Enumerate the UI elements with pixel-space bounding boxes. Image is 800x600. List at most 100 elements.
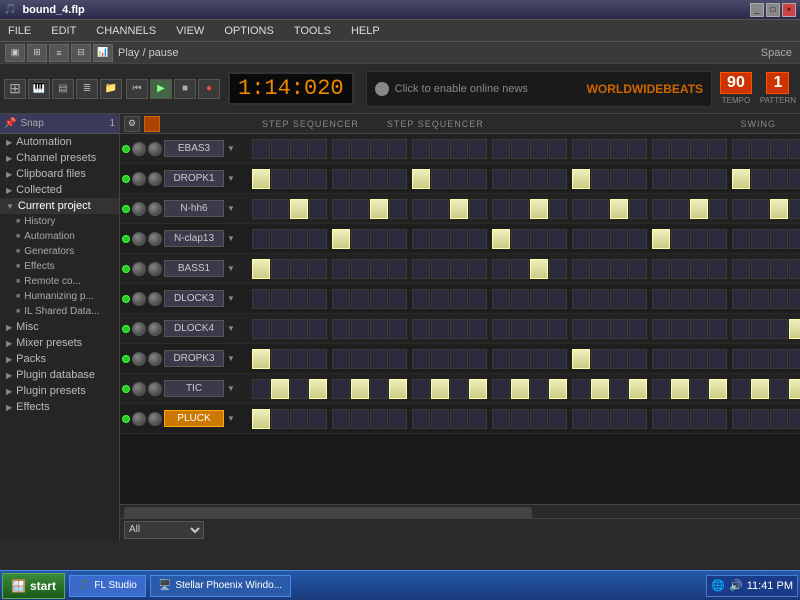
instrument-knob[interactable] bbox=[148, 322, 162, 336]
step-button[interactable] bbox=[751, 379, 769, 399]
step-button[interactable] bbox=[492, 259, 510, 279]
step-button[interactable] bbox=[252, 289, 270, 309]
step-button[interactable] bbox=[332, 139, 350, 159]
menu-edit[interactable]: EDIT bbox=[47, 23, 80, 39]
step-button[interactable] bbox=[309, 169, 327, 189]
step-button[interactable] bbox=[789, 169, 800, 189]
instrument-knob[interactable] bbox=[148, 142, 162, 156]
instrument-knob[interactable] bbox=[148, 202, 162, 216]
step-button[interactable] bbox=[469, 139, 487, 159]
step-button[interactable] bbox=[469, 319, 487, 339]
step-button[interactable] bbox=[332, 229, 350, 249]
step-button[interactable] bbox=[290, 409, 308, 429]
instrument-knob[interactable] bbox=[132, 172, 146, 186]
step-button[interactable] bbox=[309, 139, 327, 159]
step-button[interactable] bbox=[252, 139, 270, 159]
step-button[interactable] bbox=[309, 229, 327, 249]
step-button[interactable] bbox=[671, 289, 689, 309]
sidebar-subitem-automation[interactable]: Automation bbox=[0, 229, 119, 244]
icon-browser[interactable]: 📁 bbox=[100, 79, 122, 99]
step-button[interactable] bbox=[332, 169, 350, 189]
step-button[interactable] bbox=[549, 169, 567, 189]
step-button[interactable] bbox=[732, 409, 750, 429]
step-button[interactable] bbox=[431, 409, 449, 429]
step-button[interactable] bbox=[549, 259, 567, 279]
icon-step-seq[interactable]: ▤ bbox=[52, 79, 74, 99]
step-button[interactable] bbox=[351, 229, 369, 249]
menu-file[interactable]: FILE bbox=[4, 23, 35, 39]
step-button[interactable] bbox=[591, 199, 609, 219]
instrument-knob[interactable] bbox=[148, 382, 162, 396]
step-button[interactable] bbox=[709, 169, 727, 189]
step-button[interactable] bbox=[690, 349, 708, 369]
step-button[interactable] bbox=[271, 199, 289, 219]
step-button[interactable] bbox=[732, 169, 750, 189]
step-button[interactable] bbox=[332, 379, 350, 399]
step-button[interactable] bbox=[709, 199, 727, 219]
instrument-knob[interactable] bbox=[148, 172, 162, 186]
step-button[interactable] bbox=[290, 349, 308, 369]
step-button[interactable] bbox=[290, 169, 308, 189]
step-button[interactable] bbox=[351, 349, 369, 369]
step-button[interactable] bbox=[610, 169, 628, 189]
step-button[interactable] bbox=[652, 319, 670, 339]
step-button[interactable] bbox=[770, 289, 788, 309]
instrument-knob[interactable] bbox=[148, 292, 162, 306]
step-button[interactable] bbox=[770, 229, 788, 249]
step-button[interactable] bbox=[751, 229, 769, 249]
sidebar-item-current-project[interactable]: Current project bbox=[0, 198, 119, 214]
step-button[interactable] bbox=[591, 379, 609, 399]
taskbar-item-stellar[interactable]: 🖥️ Stellar Phoenix Windo... bbox=[150, 575, 291, 597]
step-button[interactable] bbox=[370, 319, 388, 339]
step-button[interactable] bbox=[652, 379, 670, 399]
step-button[interactable] bbox=[332, 349, 350, 369]
instrument-name-button[interactable]: DROPK3 bbox=[164, 350, 224, 367]
step-button[interactable] bbox=[450, 259, 468, 279]
step-button[interactable] bbox=[412, 379, 430, 399]
step-button[interactable] bbox=[610, 229, 628, 249]
step-button[interactable] bbox=[770, 379, 788, 399]
step-button[interactable] bbox=[389, 409, 407, 429]
step-button[interactable] bbox=[530, 289, 548, 309]
step-button[interactable] bbox=[431, 199, 449, 219]
step-button[interactable] bbox=[450, 349, 468, 369]
step-button[interactable] bbox=[450, 199, 468, 219]
step-button[interactable] bbox=[431, 229, 449, 249]
step-button[interactable] bbox=[789, 379, 800, 399]
step-button[interactable] bbox=[252, 379, 270, 399]
step-button[interactable] bbox=[309, 409, 327, 429]
instrument-name-button[interactable]: DLOCK4 bbox=[164, 320, 224, 337]
step-button[interactable] bbox=[469, 169, 487, 189]
step-button[interactable] bbox=[789, 139, 800, 159]
step-button[interactable] bbox=[652, 409, 670, 429]
step-button[interactable] bbox=[370, 289, 388, 309]
step-button[interactable] bbox=[709, 259, 727, 279]
instrument-knob[interactable] bbox=[132, 232, 146, 246]
sidebar-subitem-generators[interactable]: Generators bbox=[0, 244, 119, 259]
step-button[interactable] bbox=[309, 289, 327, 309]
step-button[interactable] bbox=[431, 169, 449, 189]
step-button[interactable] bbox=[492, 319, 510, 339]
step-button[interactable] bbox=[572, 259, 590, 279]
filter-select[interactable]: All Drums Bass Synth bbox=[124, 521, 204, 539]
step-button[interactable] bbox=[492, 169, 510, 189]
step-button[interactable] bbox=[252, 229, 270, 249]
step-button[interactable] bbox=[629, 409, 647, 429]
step-button[interactable] bbox=[450, 379, 468, 399]
step-button[interactable] bbox=[591, 349, 609, 369]
step-button[interactable] bbox=[629, 379, 647, 399]
step-button[interactable] bbox=[572, 409, 590, 429]
step-button[interactable] bbox=[389, 229, 407, 249]
instrument-knob[interactable] bbox=[148, 232, 162, 246]
sidebar-subitem-humanizing[interactable]: Humanizing p... bbox=[0, 289, 119, 304]
step-button[interactable] bbox=[412, 409, 430, 429]
step-button[interactable] bbox=[389, 289, 407, 309]
step-button[interactable] bbox=[511, 289, 529, 309]
step-button[interactable] bbox=[770, 199, 788, 219]
step-button[interactable] bbox=[690, 199, 708, 219]
step-button[interactable] bbox=[610, 199, 628, 219]
step-button[interactable] bbox=[629, 139, 647, 159]
step-button[interactable] bbox=[351, 409, 369, 429]
step-button[interactable] bbox=[671, 319, 689, 339]
instrument-knob[interactable] bbox=[148, 352, 162, 366]
